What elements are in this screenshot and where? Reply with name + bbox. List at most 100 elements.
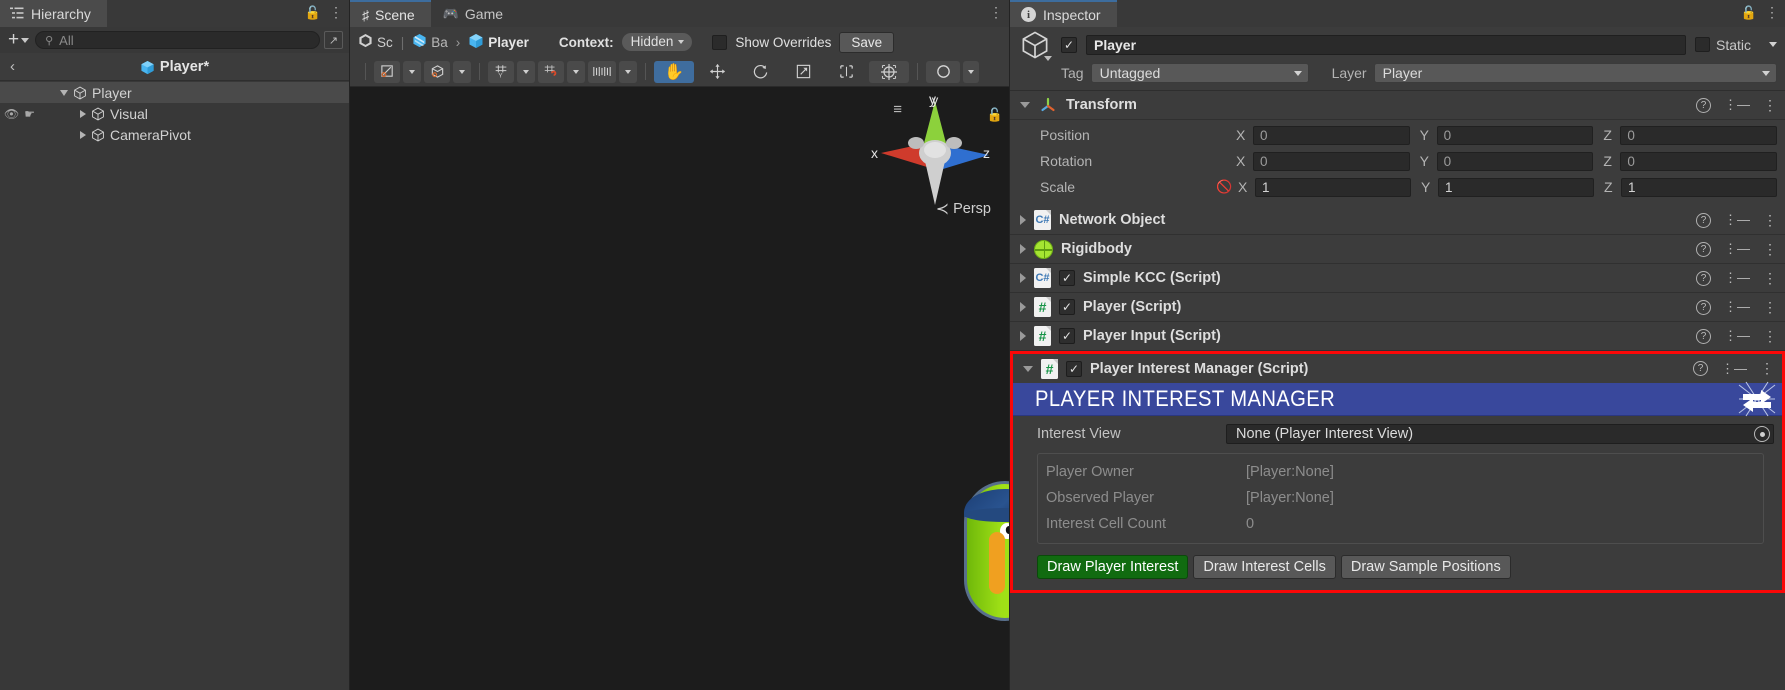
open-in-new-window-icon[interactable]: ↗ bbox=[324, 31, 343, 49]
projection-mode-toggle[interactable]: ≺ Persp bbox=[936, 199, 991, 219]
help-icon[interactable]: ? bbox=[1696, 299, 1711, 315]
tab-inspector[interactable]: i Inspector bbox=[1010, 0, 1117, 27]
position-x[interactable]: X 0 bbox=[1236, 125, 1410, 145]
draw-sample-positions-button[interactable]: Draw Sample Positions bbox=[1340, 555, 1511, 579]
rotation-y[interactable]: Y 0 bbox=[1420, 151, 1594, 171]
rotate-tool-icon[interactable] bbox=[740, 60, 780, 83]
preset-icon[interactable]: ⋮— bbox=[1724, 328, 1750, 344]
chevron-right-icon[interactable] bbox=[1020, 273, 1026, 283]
lighting-dropdown[interactable] bbox=[963, 60, 979, 83]
scene-viewport[interactable]: ≡ 🔓 y y x z ≺ Persp bbox=[350, 87, 1009, 690]
kebab-menu-icon[interactable]: ⋮ bbox=[1763, 270, 1777, 287]
move-tool-icon[interactable] bbox=[697, 60, 737, 83]
show-overrides-checkbox[interactable] bbox=[712, 34, 728, 50]
grid-snap-dropdown[interactable] bbox=[517, 60, 535, 83]
help-icon[interactable]: ? bbox=[1696, 97, 1711, 113]
hand-tool-icon[interactable]: ✋ bbox=[654, 60, 694, 83]
component-header-player-input[interactable]: # ✓ Player Input (Script) ? ⋮— ⋮ bbox=[1010, 322, 1785, 351]
kebab-menu-icon[interactable]: ⋮ bbox=[1763, 299, 1777, 316]
grid-snap-icon[interactable]: Y bbox=[488, 60, 514, 83]
shading-mode-dropdown[interactable] bbox=[453, 60, 471, 83]
position-z-input[interactable]: 0 bbox=[1620, 125, 1778, 145]
lock-icon[interactable]: 🔓 bbox=[1741, 5, 1757, 21]
object-picker-icon[interactable] bbox=[1754, 426, 1770, 442]
eye-icon[interactable]: 👁 bbox=[4, 107, 19, 121]
magnet-snap-icon[interactable] bbox=[538, 60, 564, 83]
kebab-menu-icon[interactable]: ⋮ bbox=[1763, 212, 1777, 229]
gameobject-cube-icon[interactable] bbox=[1018, 30, 1052, 61]
tab-game[interactable]: 🎮 Game bbox=[431, 0, 519, 27]
help-icon[interactable]: ? bbox=[1696, 328, 1711, 344]
tag-dropdown[interactable]: Untagged bbox=[1090, 63, 1309, 83]
preset-icon[interactable]: ⋮— bbox=[1724, 241, 1750, 257]
lock-icon[interactable]: 🔓 bbox=[305, 5, 321, 21]
tab-hierarchy[interactable]: Hierarchy bbox=[0, 0, 107, 27]
kebab-menu-icon[interactable]: ⋮ bbox=[329, 4, 343, 21]
scale-handle-dropdown[interactable] bbox=[619, 60, 637, 83]
kebab-menu-icon[interactable]: ⋮ bbox=[1763, 328, 1777, 345]
kebab-menu-icon[interactable]: ⋮ bbox=[1760, 360, 1774, 377]
help-icon[interactable]: ? bbox=[1696, 270, 1711, 286]
scale-y[interactable]: Y 1 bbox=[1421, 177, 1594, 197]
component-enabled-checkbox[interactable]: ✓ bbox=[1059, 299, 1075, 315]
context-dropdown[interactable]: Hidden bbox=[621, 33, 693, 51]
scale-y-input[interactable]: 1 bbox=[1438, 177, 1594, 197]
breadcrumb-scene[interactable]: Sc bbox=[358, 33, 393, 51]
draw-player-interest-button[interactable]: Draw Player Interest bbox=[1037, 555, 1189, 579]
component-header-network-object[interactable]: C# Network Object ? ⋮— ⋮ bbox=[1010, 206, 1785, 235]
interest-view-object-field[interactable]: None (Player Interest View) bbox=[1226, 424, 1774, 444]
tab-scene[interactable]: ♯ Scene bbox=[350, 0, 431, 27]
rotation-z-input[interactable]: 0 bbox=[1620, 151, 1778, 171]
preset-icon[interactable]: ⋮— bbox=[1721, 361, 1747, 377]
draw-mode-icon[interactable] bbox=[374, 60, 400, 83]
save-button[interactable]: Save bbox=[839, 31, 895, 53]
constrain-proportions-icon[interactable]: 🚫 bbox=[1216, 179, 1236, 195]
preset-icon[interactable]: ⋮— bbox=[1724, 212, 1750, 228]
scale-z[interactable]: Z 1 bbox=[1604, 177, 1777, 197]
magnet-snap-dropdown[interactable] bbox=[567, 60, 585, 83]
component-header-player-interest-manager[interactable]: # ✓ Player Interest Manager (Script) ? ⋮… bbox=[1013, 354, 1782, 383]
chevron-right-icon[interactable] bbox=[1020, 302, 1026, 312]
position-x-input[interactable]: 0 bbox=[1253, 125, 1410, 145]
rotation-y-input[interactable]: 0 bbox=[1436, 151, 1594, 171]
kebab-menu-icon[interactable]: ⋮ bbox=[989, 4, 1003, 21]
chevron-down-icon[interactable] bbox=[1020, 102, 1030, 108]
component-header-player[interactable]: # ✓ Player (Script) ? ⋮— ⋮ bbox=[1010, 293, 1785, 322]
rotation-z[interactable]: Z 0 bbox=[1603, 151, 1778, 171]
lighting-icon[interactable] bbox=[926, 60, 960, 83]
preset-icon[interactable]: ⋮— bbox=[1724, 97, 1750, 113]
hierarchy-item-camerapivot[interactable]: CameraPivot bbox=[0, 124, 349, 145]
back-button[interactable]: ‹ bbox=[10, 58, 15, 75]
hierarchy-item-player[interactable]: Player bbox=[0, 82, 349, 103]
visibility-toggles[interactable]: 👁 ☛ bbox=[4, 107, 35, 121]
layer-dropdown[interactable]: Player bbox=[1373, 63, 1777, 83]
kebab-menu-icon[interactable]: ⋮ bbox=[1763, 241, 1777, 258]
chevron-right-icon[interactable] bbox=[80, 130, 86, 139]
scale-handle-icon[interactable] bbox=[588, 60, 616, 83]
component-header-simple-kcc[interactable]: C# ✓ Simple KCC (Script) ? ⋮— ⋮ bbox=[1010, 264, 1785, 293]
kebab-menu-icon[interactable]: ⋮ bbox=[1763, 97, 1777, 114]
help-icon[interactable]: ? bbox=[1696, 241, 1711, 257]
chevron-right-icon[interactable] bbox=[80, 109, 86, 118]
gameobject-name-input[interactable]: Player bbox=[1086, 34, 1686, 55]
static-checkbox[interactable] bbox=[1694, 37, 1710, 52]
hierarchy-item-visual[interactable]: 👁 ☛ Visual bbox=[0, 103, 349, 124]
help-icon[interactable]: ? bbox=[1693, 361, 1708, 376]
component-enabled-checkbox[interactable]: ✓ bbox=[1059, 270, 1075, 286]
chevron-right-icon[interactable] bbox=[1020, 215, 1026, 225]
breadcrumb-player[interactable]: Player bbox=[468, 33, 529, 52]
scale-x-input[interactable]: 1 bbox=[1255, 177, 1411, 197]
component-enabled-checkbox[interactable]: ✓ bbox=[1059, 328, 1075, 344]
preset-icon[interactable]: ⋮— bbox=[1724, 299, 1750, 315]
position-y[interactable]: Y 0 bbox=[1420, 125, 1594, 145]
component-header-transform[interactable]: Transform ? ⋮— ⋮ bbox=[1010, 91, 1785, 120]
shading-mode-icon[interactable] bbox=[424, 60, 450, 83]
rotation-x[interactable]: X 0 bbox=[1236, 151, 1410, 171]
chevron-down-icon[interactable] bbox=[60, 89, 68, 96]
scale-z-input[interactable]: 1 bbox=[1621, 177, 1777, 197]
search-input[interactable]: ⚲ All bbox=[35, 31, 320, 49]
preset-icon[interactable]: ⋮— bbox=[1724, 270, 1750, 286]
component-header-rigidbody[interactable]: Rigidbody ? ⋮— ⋮ bbox=[1010, 235, 1785, 264]
position-z[interactable]: Z 0 bbox=[1603, 125, 1778, 145]
gameobject-enabled-checkbox[interactable]: ✓ bbox=[1061, 36, 1077, 53]
